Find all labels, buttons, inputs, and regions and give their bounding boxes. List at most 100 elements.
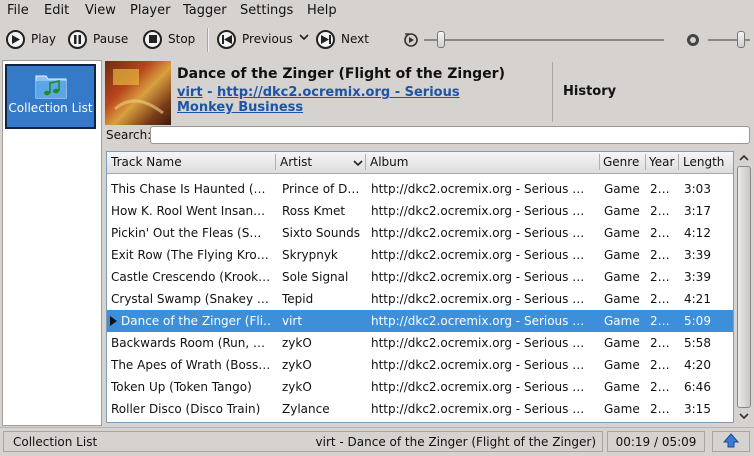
seek-slider-handle[interactable]	[437, 31, 445, 48]
scrollbar-thumb[interactable]	[737, 166, 751, 408]
volume-slider-handle[interactable]	[737, 31, 745, 48]
cell-length: 3:15	[684, 402, 711, 416]
cell-genre: Game	[604, 336, 640, 350]
menu-tagger[interactable]: Tagger	[183, 3, 227, 18]
cell-year: 2…	[650, 248, 670, 262]
scroll-down-arrow-icon[interactable]	[739, 410, 749, 424]
cell-year: 2…	[650, 314, 670, 328]
cell-length: 4:12	[684, 226, 711, 240]
cell-track-name: The Apes of Wrath (Boss…	[111, 358, 271, 372]
play-label: Play	[31, 32, 57, 46]
cell-genre: Game	[604, 380, 640, 394]
cell-album: http://dkc2.ocremix.org - Serious …	[371, 248, 585, 262]
column-header-album[interactable]: Album	[370, 155, 408, 169]
play-button[interactable]: Play	[6, 28, 56, 50]
table-row-selected[interactable]: Dance of the Zinger (Fli… virt http://dk…	[107, 310, 733, 332]
cell-album: http://dkc2.ocremix.org - Serious …	[371, 292, 585, 306]
album-link[interactable]: http://dkc2.ocremix.org - Serious Monkey…	[177, 85, 460, 115]
sort-chevron-down-icon	[353, 157, 363, 171]
cell-year: 2…	[650, 292, 670, 306]
cell-album: http://dkc2.ocremix.org - Serious …	[371, 204, 585, 218]
cell-album: http://dkc2.ocremix.org - Serious …	[371, 314, 585, 328]
cell-year: 2…	[650, 380, 670, 394]
table-row[interactable]: Token Up (Token Tango) zykO http://dkc2.…	[107, 376, 733, 398]
cell-track-name: Crystal Swamp (Snakey …	[111, 292, 269, 306]
cell-artist: Prince of D…	[282, 182, 360, 196]
cell-artist: Zylance	[282, 402, 330, 416]
cell-album: http://dkc2.ocremix.org - Serious …	[371, 182, 585, 196]
table-row[interactable]: Backwards Room (Run, … zykO http://dkc2.…	[107, 332, 733, 354]
cell-artist: Tepid	[282, 292, 314, 306]
cell-artist: Ross Kmet	[282, 204, 346, 218]
cell-genre: Game	[604, 314, 640, 328]
cell-length: 4:21	[684, 292, 711, 306]
cell-artist: zykO	[282, 336, 312, 350]
pause-icon	[68, 29, 87, 49]
jump-to-playing-button[interactable]	[712, 431, 750, 452]
history-label[interactable]: History	[563, 84, 616, 99]
scroll-up-arrow-icon[interactable]	[739, 152, 749, 166]
table-row[interactable]: This Chase Is Haunted (… Prince of D… ht…	[107, 178, 733, 200]
menu-help[interactable]: Help	[307, 3, 337, 18]
pause-label: Pause	[93, 32, 129, 46]
cell-year: 2…	[650, 226, 670, 240]
menu-settings[interactable]: Settings	[240, 3, 293, 18]
status-bar: Collection List virt - Dance of the Zing…	[0, 427, 754, 456]
cell-artist: zykO	[282, 358, 312, 372]
table-row[interactable]: Pickin' Out the Fleas (S… Sixto Sounds h…	[107, 222, 733, 244]
cell-album: http://dkc2.ocremix.org - Serious …	[371, 402, 585, 416]
table-row[interactable]: Castle Crescendo (Krook… Sole Signal htt…	[107, 266, 733, 288]
cell-length: 5:58	[684, 336, 711, 350]
table-row[interactable]: Roller Disco (Disco Train) Zylance http:…	[107, 398, 733, 420]
pause-button[interactable]: Pause	[68, 28, 128, 50]
column-header-year[interactable]: Year	[649, 155, 674, 169]
table-row[interactable]: The Apes of Wrath (Boss… zykO http://dkc…	[107, 354, 733, 376]
next-icon	[316, 29, 335, 49]
table-row[interactable]: How K. Rool Went Insan… Ross Kmet http:/…	[107, 200, 733, 222]
cell-genre: Game	[604, 402, 640, 416]
search-input[interactable]	[150, 126, 750, 144]
cell-genre: Game	[604, 270, 640, 284]
column-header-genre[interactable]: Genre	[603, 155, 639, 169]
cell-genre: Game	[604, 226, 640, 240]
cell-year: 2…	[650, 270, 670, 284]
cell-genre: Game	[604, 248, 640, 262]
previous-button[interactable]: Previous	[217, 28, 293, 50]
cell-length: 3:39	[684, 248, 711, 262]
seek-slider-track[interactable]	[424, 39, 664, 41]
previous-dropdown-chevron-down-icon[interactable]	[299, 31, 309, 46]
table-row[interactable]: Crystal Swamp (Snakey … Tepid http://dkc…	[107, 288, 733, 310]
stop-button[interactable]: Stop	[143, 28, 195, 50]
collection-list-button[interactable]: Collection List	[5, 64, 96, 129]
stop-icon	[143, 29, 162, 49]
menu-file[interactable]: File	[7, 3, 29, 18]
table-header: Track Name Artist Album Genre Year Lengt…	[107, 152, 733, 174]
column-divider	[365, 154, 366, 170]
menu-edit[interactable]: Edit	[44, 3, 69, 18]
cell-track-name: How K. Rool Went Insan…	[111, 204, 266, 218]
cell-length: 6:46	[684, 380, 711, 394]
next-label: Next	[341, 32, 369, 46]
collection-list-label: Collection List	[8, 101, 93, 115]
artist-link[interactable]: virt	[177, 85, 203, 100]
now-playing-title: Dance of the Zinger (Flight of the Zinge…	[177, 66, 505, 82]
column-divider	[275, 154, 276, 170]
menu-view[interactable]: View	[85, 3, 116, 18]
column-header-length[interactable]: Length	[683, 155, 724, 169]
cell-track-name: Dance of the Zinger (Fli…	[121, 314, 271, 328]
cell-artist: virt	[282, 314, 303, 328]
cell-genre: Game	[604, 292, 640, 306]
cell-track-name: Castle Crescendo (Krook…	[111, 270, 271, 284]
cell-track-name: Roller Disco (Disco Train)	[111, 402, 261, 416]
previous-label: Previous	[242, 32, 293, 46]
cell-album: http://dkc2.ocremix.org - Serious …	[371, 358, 585, 372]
menu-player[interactable]: Player	[130, 3, 170, 18]
next-button[interactable]: Next	[316, 28, 369, 50]
column-header-artist[interactable]: Artist	[280, 155, 312, 169]
playback-time: 00:19 / 05:09	[607, 431, 705, 452]
table-row[interactable]: Exit Row (The Flying Kro… Skrypnyk http:…	[107, 244, 733, 266]
status-message-box: Collection List virt - Dance of the Zing…	[3, 431, 603, 452]
cell-track-name: Token Up (Token Tango)	[111, 380, 252, 394]
column-header-track-name[interactable]: Track Name	[111, 155, 182, 169]
cell-length: 3:03	[684, 182, 711, 196]
